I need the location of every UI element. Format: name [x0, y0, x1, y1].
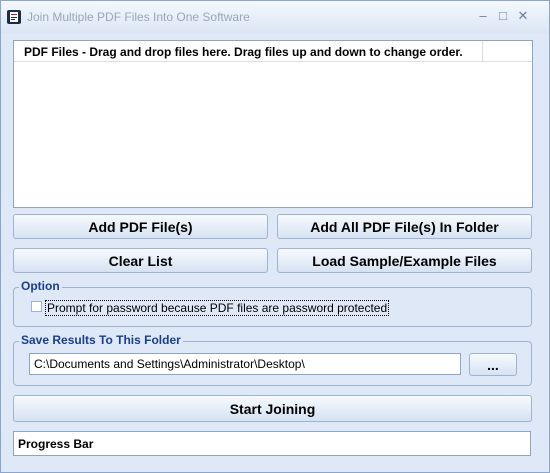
- progress-bar-label: Progress Bar: [18, 437, 94, 451]
- app-icon: [7, 10, 21, 24]
- column-divider[interactable]: [482, 41, 483, 61]
- main-window: Join Multiple PDF Files Into One Softwar…: [0, 0, 550, 473]
- maximize-icon[interactable]: □: [494, 8, 512, 24]
- option-group-label: Option: [19, 279, 62, 293]
- pdf-file-list[interactable]: PDF Files - Drag and drop files here. Dr…: [13, 40, 533, 208]
- add-pdf-files-button[interactable]: Add PDF File(s): [13, 214, 268, 239]
- add-folder-button[interactable]: Add All PDF File(s) In Folder: [277, 214, 532, 239]
- browse-button[interactable]: ...: [469, 353, 517, 376]
- close-icon[interactable]: ✕: [514, 8, 532, 24]
- output-folder-input[interactable]: C:\Documents and Settings\Administrator\…: [29, 353, 461, 375]
- list-header-label: PDF Files - Drag and drop files here. Dr…: [24, 45, 463, 59]
- window-title: Join Multiple PDF Files Into One Softwar…: [27, 10, 250, 24]
- load-sample-button[interactable]: Load Sample/Example Files: [277, 248, 532, 273]
- minimize-icon[interactable]: –: [474, 8, 492, 24]
- password-checkbox[interactable]: [31, 301, 42, 312]
- password-checkbox-label[interactable]: Prompt for password because PDF files ar…: [45, 300, 390, 316]
- save-folder-group-label: Save Results To This Folder: [19, 333, 183, 347]
- title-bar[interactable]: Join Multiple PDF Files Into One Softwar…: [1, 1, 549, 33]
- list-header[interactable]: PDF Files - Drag and drop files here. Dr…: [14, 41, 532, 62]
- clear-list-button[interactable]: Clear List: [13, 248, 268, 273]
- progress-bar: Progress Bar: [13, 431, 531, 456]
- start-joining-button[interactable]: Start Joining: [13, 395, 532, 422]
